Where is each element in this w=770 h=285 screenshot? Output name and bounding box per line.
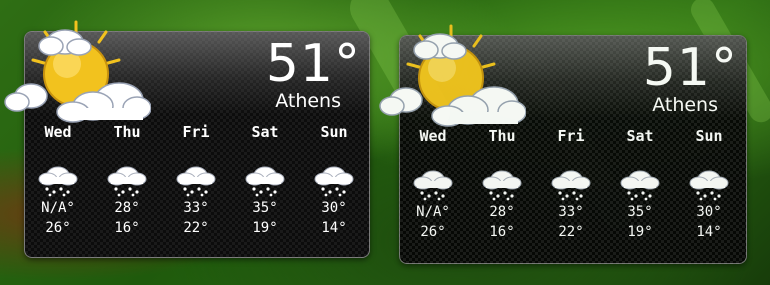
low-temp: 16° (114, 220, 140, 236)
weather-widget[interactable]: 51° Athens Wed N/A° 26° Thu 28° 16° Fri (4, 20, 370, 258)
high-temp: 35° (627, 204, 653, 220)
weather-widget[interactable]: 51° Athens Wed N/A° 26° Thu 28° 16° Fri (379, 24, 747, 264)
forecast-day: Sun 30° 14° (679, 126, 739, 242)
high-temp: 30° (321, 200, 347, 216)
day-name: Sat (626, 127, 654, 145)
snow-icon (107, 166, 147, 197)
day-name: Thu (113, 123, 141, 141)
snow-icon (245, 166, 285, 197)
low-temp: 14° (321, 220, 347, 236)
day-name: Wed (44, 123, 72, 141)
low-temp: 22° (558, 224, 584, 240)
forecast-day: Fri 33° 22° (541, 126, 601, 242)
high-temp: 33° (183, 200, 209, 216)
snow-icon (413, 170, 453, 201)
low-temp: 22° (183, 220, 209, 236)
snow-icon (482, 170, 522, 201)
day-name: Fri (182, 123, 210, 141)
city-name: Athens (275, 90, 341, 112)
forecast-day: Sat 35° 19° (610, 126, 670, 242)
day-name: Sun (695, 127, 723, 145)
snow-icon (689, 170, 729, 201)
partly-cloudy-icon (379, 24, 526, 127)
city-name: Athens (652, 94, 718, 116)
high-temp: N/A° (416, 204, 450, 220)
forecast-day: Sun 30° 14° (304, 122, 364, 238)
forecast-day: Wed N/A° 26° (28, 122, 88, 238)
day-name: Sun (320, 123, 348, 141)
high-temp: 28° (489, 204, 515, 220)
forecast-day: Sat 35° 19° (235, 122, 295, 238)
snow-icon (620, 170, 660, 201)
forecast-day: Thu 28° 16° (472, 126, 532, 242)
snow-icon (314, 166, 354, 197)
low-temp: 16° (489, 224, 515, 240)
low-temp: 26° (420, 224, 446, 240)
day-name: Wed (419, 127, 447, 145)
high-temp: 28° (114, 200, 140, 216)
high-temp: 35° (252, 200, 278, 216)
partly-cloudy-icon (4, 20, 151, 123)
current-temperature: 51° (642, 38, 738, 98)
low-temp: 26° (45, 220, 71, 236)
low-temp: 19° (627, 224, 653, 240)
current-temperature: 51° (265, 34, 361, 94)
day-name: Fri (557, 127, 585, 145)
low-temp: 14° (696, 224, 722, 240)
high-temp: 33° (558, 204, 584, 220)
snow-icon (176, 166, 216, 197)
forecast-day: Wed N/A° 26° (403, 126, 463, 242)
forecast-day: Fri 33° 22° (166, 122, 226, 238)
snow-icon (551, 170, 591, 201)
day-name: Sat (251, 123, 279, 141)
high-temp: 30° (696, 204, 722, 220)
high-temp: N/A° (41, 200, 75, 216)
low-temp: 19° (252, 220, 278, 236)
day-name: Thu (488, 127, 516, 145)
snow-icon (38, 166, 78, 197)
forecast-day: Thu 28° 16° (97, 122, 157, 238)
